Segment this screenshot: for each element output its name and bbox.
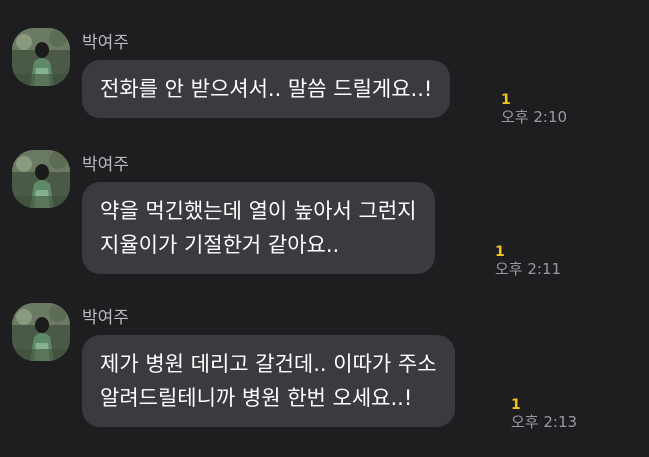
chat-view: 박여주 전화를 안 받으셔서.. 말씀 드릴게요..! 1 오후 2:10 박여… (0, 0, 649, 457)
avatar[interactable] (12, 303, 70, 361)
message-bubble[interactable]: 약을 먹긴했는데 열이 높아서 그런지 지율이가 기절한거 같아요.. (82, 182, 435, 274)
message-text-line: 지율이가 기절한거 같아요.. (100, 233, 340, 257)
message-meta: 1 오후 2:13 (511, 397, 577, 431)
unread-count: 1 (511, 397, 521, 413)
sender-name: 박여주 (82, 308, 129, 328)
message-meta: 1 오후 2:10 (501, 92, 567, 126)
message-bubble[interactable]: 전화를 안 받으셔서.. 말씀 드릴게요..! (82, 60, 451, 118)
sender-name: 박여주 (82, 33, 129, 53)
unread-count: 1 (495, 244, 505, 260)
avatar[interactable] (12, 28, 70, 86)
sender-name: 박여주 (82, 155, 129, 175)
timestamp: 오후 2:10 (501, 108, 568, 126)
timestamp: 오후 2:11 (495, 260, 562, 278)
message-meta: 1 오후 2:11 (495, 244, 561, 278)
unread-count: 1 (501, 92, 511, 108)
message-text-line: 알려드릴테니까 병원 한번 오세요..! (100, 386, 413, 410)
timestamp: 오후 2:13 (511, 413, 578, 431)
message-text-line: 약을 먹긴했는데 열이 높아서 그런지 (100, 199, 417, 223)
message-text-line: 제가 병원 데리고 갈건데.. 이따가 주소 (100, 352, 437, 376)
message-bubble[interactable]: 제가 병원 데리고 갈건데.. 이따가 주소 알려드릴테니까 병원 한번 오세요… (82, 335, 455, 427)
message-text: 전화를 안 받으셔서.. 말씀 드릴게요..! (100, 77, 433, 101)
avatar[interactable] (12, 150, 70, 208)
